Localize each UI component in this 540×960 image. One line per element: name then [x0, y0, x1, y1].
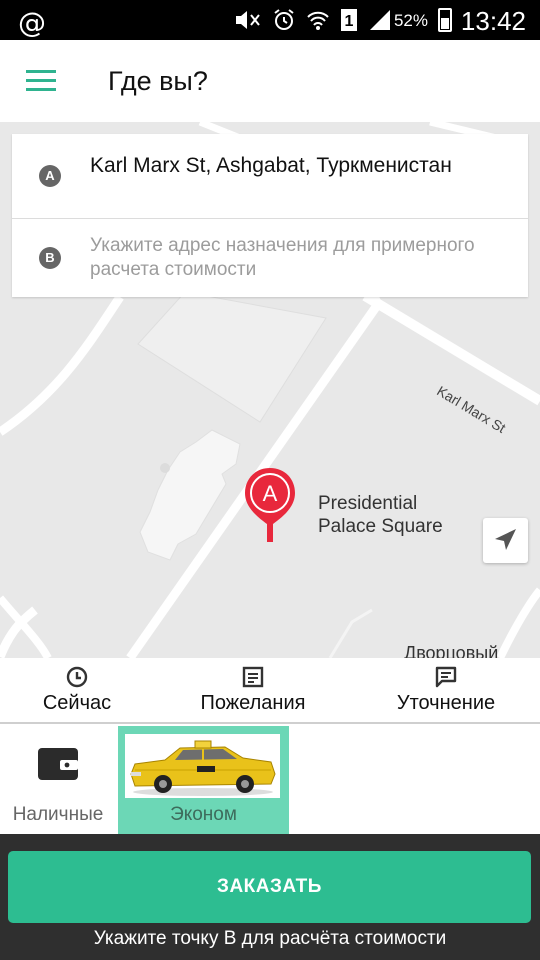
clock-icon [66, 666, 88, 688]
payment-method-label: Наличные [12, 804, 104, 825]
taxi-car-icon [125, 734, 280, 798]
tariff-econom-label: Эконом [170, 804, 237, 825]
bottom-panel: ЗАКАЗАТЬ Укажите точку В для расчёта сто… [0, 834, 540, 960]
mute-icon [236, 11, 260, 29]
sim-1-icon: 1 [341, 9, 357, 31]
option-wishes-label: Пожелания [200, 692, 306, 714]
option-now[interactable]: Сейчас [0, 658, 154, 722]
address-card: A Karl Marx St, Ashgabat, Туркменистан B… [12, 134, 528, 297]
option-clarification[interactable]: Уточнение [356, 658, 536, 722]
list-icon [242, 666, 264, 688]
navigation-arrow-icon [495, 529, 516, 550]
at-icon: @ [18, 6, 46, 39]
payment-method-button[interactable]: Наличные [0, 726, 116, 834]
option-wishes[interactable]: Пожелания [170, 658, 336, 722]
tariff-selector: Наличные Эконом [0, 724, 540, 834]
order-hint: Укажите точку В для расчёта стоимости [93, 928, 447, 949]
clock-time: 13:42 [460, 6, 526, 36]
pickup-address: Karl Marx St, Ashgabat, Туркменистан [90, 154, 452, 177]
svg-text:1: 1 [345, 13, 354, 30]
wallet-icon [38, 748, 78, 780]
tariff-econom[interactable]: Эконом [118, 726, 289, 834]
wifi-icon [307, 11, 329, 30]
destination-placeholder: Укажите адрес назначения для примерного … [90, 235, 475, 280]
status-icons: 1 [234, 8, 392, 32]
battery-percent: 52% [393, 11, 428, 30]
poi-label-text: Presidential Palace Square [318, 493, 443, 537]
status-bar: @ 1 52% 13:42 [0, 0, 540, 40]
order-button[interactable]: ЗАКАЗАТЬ [8, 851, 531, 923]
option-now-label: Сейчас [42, 692, 112, 714]
order-options-bar: Сейчас Пожелания Уточнение [0, 658, 540, 724]
signal-icon [370, 10, 390, 30]
page-title: Где вы? [108, 66, 208, 96]
map-pin-icon[interactable]: A [243, 466, 297, 542]
battery-icon [438, 8, 452, 32]
option-clarification-label: Уточнение [396, 692, 496, 714]
my-location-button[interactable] [483, 518, 528, 563]
pickup-address-row[interactable]: A Karl Marx St, Ashgabat, Туркменистан [12, 134, 528, 219]
alarm-icon [274, 9, 294, 30]
menu-icon[interactable] [26, 70, 56, 92]
point-a-badge: A [39, 165, 61, 187]
district-label: Дворцовый [404, 643, 499, 658]
poi-label: Presidential Palace Square [318, 492, 448, 538]
app-bar: Где вы? [0, 40, 540, 122]
destination-address-row[interactable]: B Укажите адрес назначения для примерног… [12, 219, 528, 297]
comment-icon [435, 666, 457, 688]
map-pin-label: A [263, 481, 278, 506]
point-b-badge: B [39, 247, 61, 269]
taxi-car-image [125, 734, 280, 798]
